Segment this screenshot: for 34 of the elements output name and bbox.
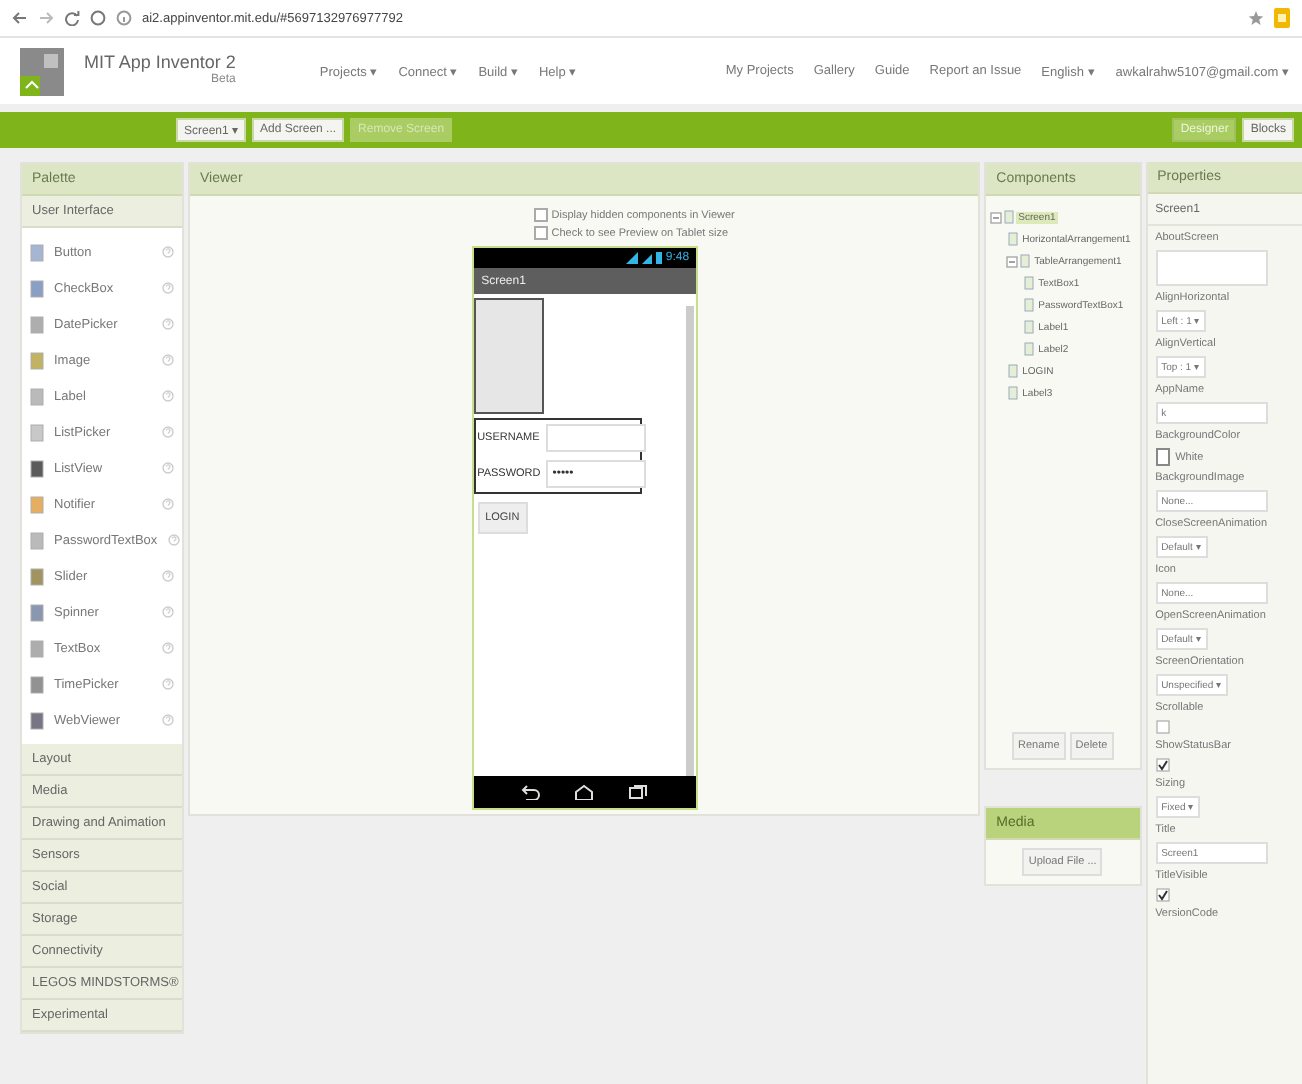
help-icon[interactable] xyxy=(162,462,174,474)
help-icon[interactable] xyxy=(162,246,174,258)
collapse-icon[interactable] xyxy=(1006,255,1019,267)
recent-apps-icon[interactable] xyxy=(628,784,649,800)
status-icons xyxy=(625,252,662,264)
help-icon[interactable] xyxy=(162,606,174,618)
help-icon[interactable] xyxy=(162,354,174,366)
checkbox[interactable] xyxy=(1155,888,1170,902)
color-swatch[interactable] xyxy=(1155,448,1170,466)
image-placeholder xyxy=(473,298,544,414)
collapse-icon[interactable] xyxy=(990,211,1003,223)
help-icon[interactable] xyxy=(162,390,174,402)
help-icon[interactable] xyxy=(162,498,174,510)
checkbox[interactable] xyxy=(533,226,548,240)
checkbox[interactable] xyxy=(1155,758,1170,772)
checkbox[interactable] xyxy=(533,208,548,222)
info-icon xyxy=(116,10,132,26)
reload-icon[interactable] xyxy=(64,10,80,26)
checkbox[interactable] xyxy=(1155,720,1170,734)
text-area[interactable] xyxy=(1155,250,1268,286)
help-icon[interactable] xyxy=(167,534,180,546)
app-title: MIT App Inventor 2 xyxy=(84,54,236,73)
extension-icon[interactable] xyxy=(1274,8,1290,28)
help-icon[interactable] xyxy=(162,282,174,294)
help-icon[interactable] xyxy=(162,570,174,582)
forward-icon[interactable] xyxy=(38,10,54,26)
help-icon[interactable] xyxy=(162,642,174,654)
help-icon[interactable] xyxy=(162,318,174,330)
help-icon[interactable] xyxy=(162,714,174,726)
star-icon[interactable] xyxy=(1248,10,1264,26)
help-icon[interactable] xyxy=(162,678,174,690)
app-logo xyxy=(20,47,64,95)
input-field[interactable] xyxy=(546,424,647,452)
help-icon[interactable] xyxy=(162,426,174,438)
